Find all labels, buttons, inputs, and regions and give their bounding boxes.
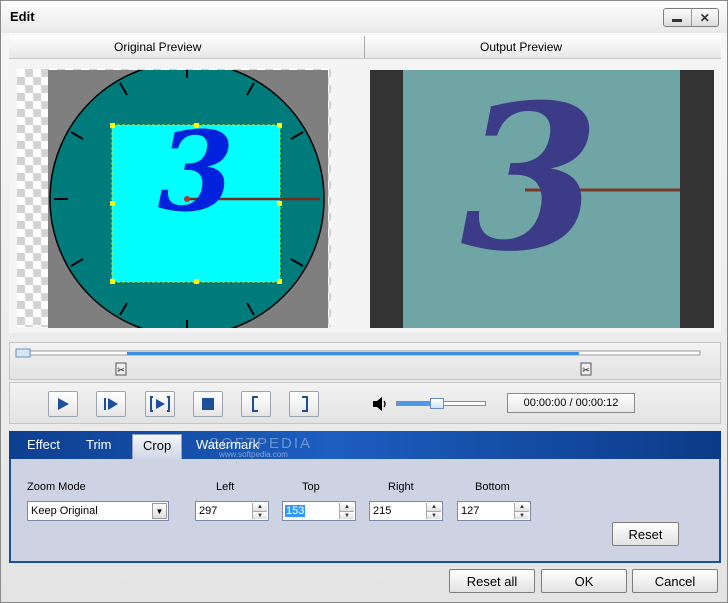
set-start-button[interactable] (241, 391, 271, 417)
bottom-value[interactable]: 127 (460, 505, 480, 517)
top-spinbox[interactable]: 153 ▲ ▼ (282, 501, 356, 521)
spin-down-icon[interactable]: ▼ (253, 511, 267, 519)
right-value[interactable]: 215 (372, 505, 392, 517)
set-end-button[interactable] (289, 391, 319, 417)
original-preview-label: Original Preview (114, 40, 202, 54)
bottom-label: Bottom (475, 481, 510, 493)
spin-up-icon[interactable]: ▲ (340, 503, 354, 511)
trim-end-marker[interactable]: ✂ (580, 362, 592, 376)
timeline-canvas: ✂ ✂ (15, 348, 701, 376)
spin-down-icon[interactable]: ▼ (340, 511, 354, 519)
zoom-mode-value: Keep Original (31, 505, 98, 517)
play-selection-icon (150, 396, 170, 412)
right-label: Right (388, 481, 414, 493)
svg-text:✂: ✂ (582, 366, 590, 376)
left-spinbox[interactable]: 297 ▲ ▼ (195, 501, 269, 521)
trim-range (127, 352, 579, 355)
volume-icon[interactable] (372, 396, 388, 412)
top-label: Top (302, 481, 320, 493)
play-button[interactable] (48, 391, 78, 417)
volume-slider[interactable] (396, 398, 486, 409)
bracket-close-icon (302, 396, 308, 412)
playhead-handle[interactable] (15, 348, 31, 358)
top-spin-buttons[interactable]: ▲ ▼ (339, 503, 354, 519)
original-preview: 3 (48, 61, 328, 337)
preview-header-divider (364, 36, 365, 58)
volume-thumb[interactable] (429, 398, 444, 409)
tab-effect[interactable]: Effect (27, 437, 60, 452)
window-title: Edit (10, 9, 35, 24)
close-button[interactable]: ✕ (690, 9, 719, 26)
output-preview-label: Output Preview (480, 40, 563, 54)
time-display: 00:00:00 / 00:00:12 (507, 393, 635, 413)
play-icon (58, 398, 69, 410)
spin-up-icon[interactable]: ▲ (253, 503, 267, 511)
timeline: ✂ ✂ (9, 342, 721, 380)
reset-all-button[interactable]: Reset all (449, 569, 535, 593)
left-spin-buttons[interactable]: ▲ ▼ (252, 503, 267, 519)
trim-start-marker[interactable]: ✂ (115, 362, 127, 376)
close-icon: ✕ (699, 10, 710, 25)
tab-trim[interactable]: Trim (86, 437, 112, 452)
title-bar: Edit ✕ (1, 1, 727, 33)
stop-button[interactable] (193, 391, 223, 417)
original-preview-canvas: 3 (49, 61, 325, 337)
left-value[interactable]: 297 (198, 505, 218, 517)
bottom-spinbox[interactable]: 127 ▲ ▼ (457, 501, 531, 521)
output-preview: 3 (370, 61, 714, 328)
output-preview-canvas: 3 (370, 61, 714, 328)
spin-up-icon[interactable]: ▲ (427, 503, 441, 511)
bracket-open-icon (252, 396, 258, 412)
stop-icon (202, 398, 214, 410)
tab-watermark[interactable]: Watermark (196, 437, 259, 452)
chevron-down-icon[interactable]: ▼ (152, 503, 167, 519)
playback-controls: 00:00:00 / 00:00:12 (9, 382, 721, 424)
left-label: Left (216, 481, 235, 493)
spin-down-icon[interactable]: ▼ (427, 511, 441, 519)
crop-panel: Zoom Mode Keep Original ▼ Left 297 ▲ ▼ To… (9, 459, 721, 563)
right-spin-buttons[interactable]: ▲ ▼ (426, 503, 441, 519)
svg-text:✂: ✂ (117, 366, 125, 376)
ok-button[interactable]: OK (541, 569, 627, 593)
preview-header: Original Preview Output Preview (9, 35, 721, 59)
next-frame-button[interactable] (96, 391, 126, 417)
minimize-icon (672, 18, 683, 22)
cancel-button[interactable]: Cancel (632, 569, 718, 593)
top-value[interactable]: 153 (285, 505, 306, 517)
tab-crop[interactable]: Crop (132, 434, 183, 459)
window-controls: ✕ (663, 8, 719, 27)
spin-down-icon[interactable]: ▼ (515, 511, 529, 519)
frame-digit: 3 (158, 107, 235, 236)
zoom-mode-label: Zoom Mode (27, 481, 86, 493)
reset-button[interactable]: Reset (612, 522, 679, 546)
play-selection-button[interactable] (145, 391, 175, 417)
zoom-mode-select[interactable]: Keep Original ▼ (27, 501, 169, 521)
next-frame-icon (104, 398, 118, 410)
bottom-spin-buttons[interactable]: ▲ ▼ (514, 503, 529, 519)
tab-bar: Effect Trim Crop SOFTPEDIA www.softpedia… (9, 431, 721, 459)
right-spinbox[interactable]: 215 ▲ ▼ (369, 501, 443, 521)
minimize-button[interactable] (664, 9, 691, 26)
spin-up-icon[interactable]: ▲ (515, 503, 529, 511)
edit-window: Edit ✕ Original Preview Output Preview 3… (0, 0, 728, 603)
output-frame-digit: 3 (460, 70, 599, 296)
